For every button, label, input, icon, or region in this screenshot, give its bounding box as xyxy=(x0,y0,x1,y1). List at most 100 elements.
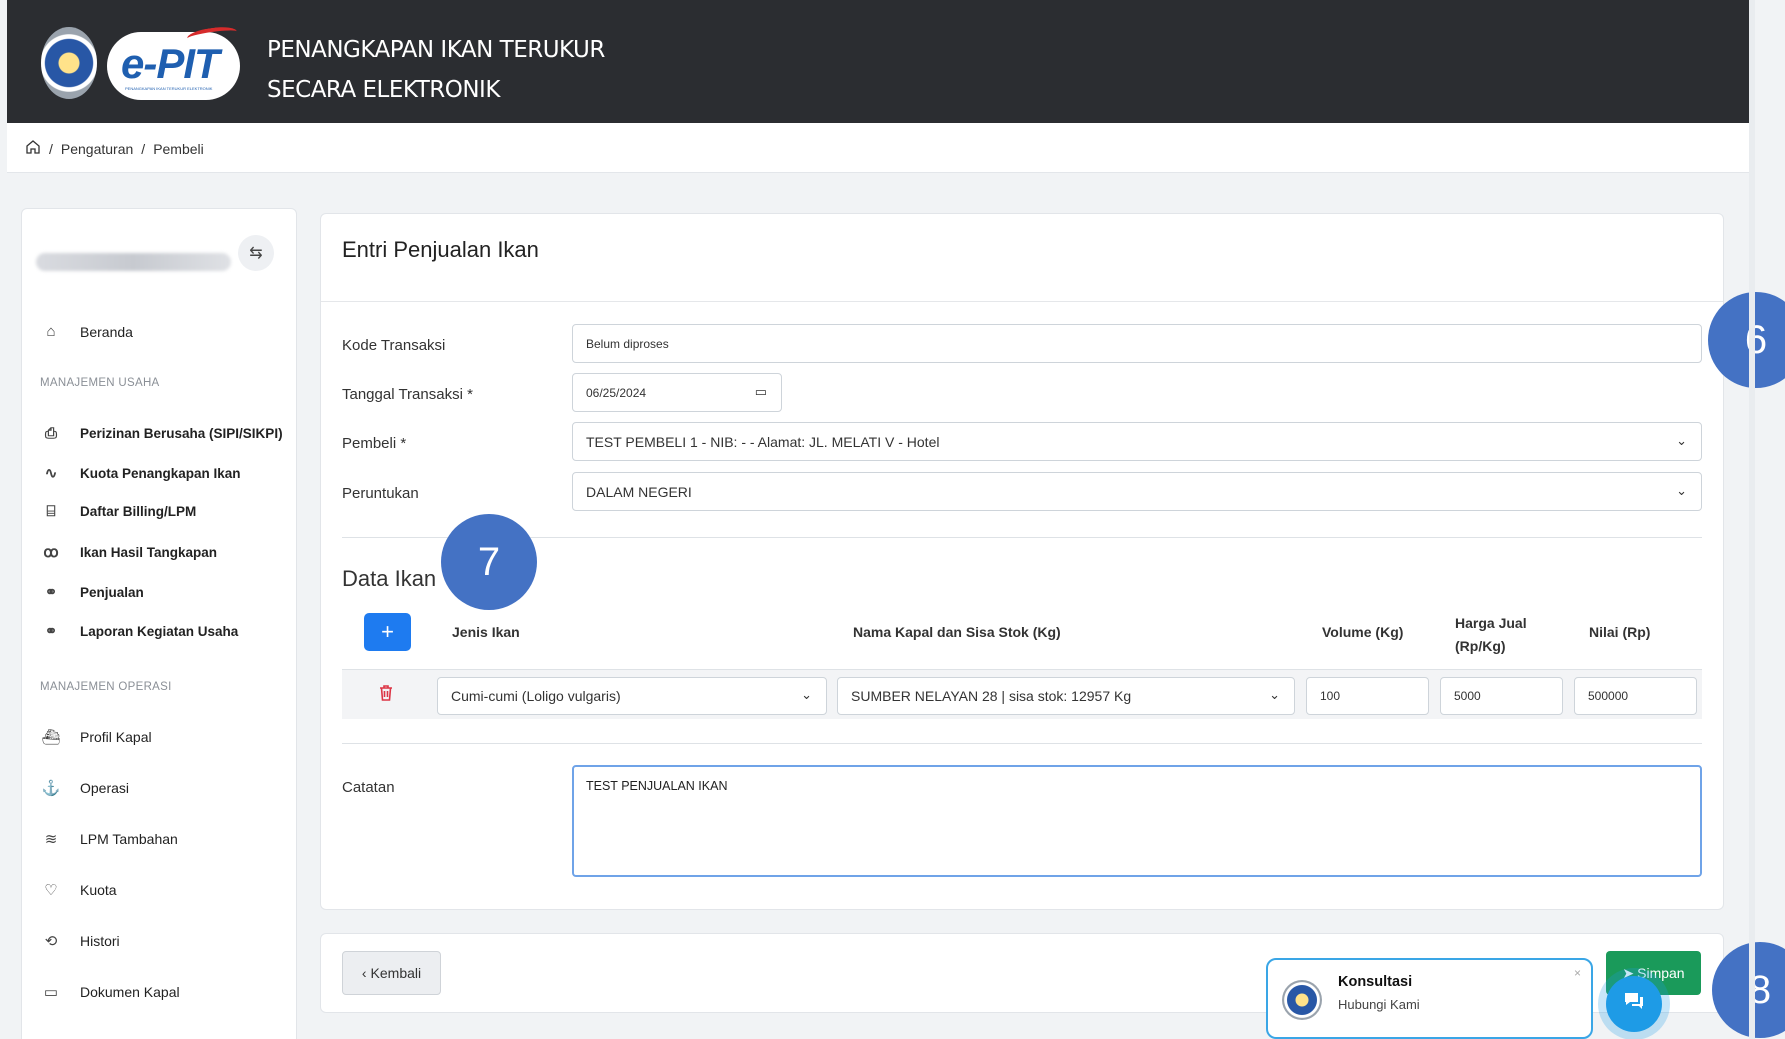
section-divider xyxy=(342,537,1702,538)
sidebar-item-label: Daftar Billing/LPM xyxy=(80,504,197,519)
home-icon: ⌂ xyxy=(46,323,56,340)
sidebar-item-kuota-penangkapan[interactable]: ∿ Kuota Penangkapan Ikan xyxy=(40,464,241,482)
anchor-icon: ⚓ xyxy=(41,780,61,797)
consult-widget[interactable]: Konsultasi Hubungi Kami × xyxy=(1266,958,1593,1039)
sidebar-item-ikan-hasil[interactable]: ꝏ Ikan Hasil Tangkapan xyxy=(40,543,217,561)
ship-icon: ⛴ xyxy=(41,729,61,746)
sidebar-item-lpm-tambahan[interactable]: ≋ LPM Tambahan xyxy=(40,830,178,848)
chat-button[interactable] xyxy=(1606,976,1662,1032)
sidebar-item-label: Operasi xyxy=(80,780,130,796)
archive-icon: ▭ xyxy=(43,984,59,1001)
logo-text: e-PIT xyxy=(121,40,220,87)
sidebar-item-label: Perizinan Berusaha (SIPI/SIKPI) xyxy=(80,426,283,441)
back-button[interactable]: ‹ Kembali xyxy=(342,951,441,995)
close-icon[interactable]: × xyxy=(1574,966,1581,980)
page-title: Entri Penjualan Ikan xyxy=(342,237,539,262)
sidebar-item-profil-kapal[interactable]: ⛴ Profil Kapal xyxy=(40,728,151,746)
breadcrumb-separator: / xyxy=(49,140,53,157)
data-ikan-title: Data Ikan xyxy=(342,566,437,591)
sidebar-item-label: Ikan Hasil Tangkapan xyxy=(80,544,218,560)
kkp-seal-logo xyxy=(41,27,97,99)
date-value: 06/25/2024 xyxy=(586,385,647,400)
chevron-left-icon: ‹ xyxy=(361,965,367,981)
calendar-icon[interactable]: ▭ xyxy=(755,384,767,400)
peruntukan-select[interactable]: DALAM NEGERI ⌄ xyxy=(572,472,1702,511)
sidebar-item-label: LPM Tambahan xyxy=(80,831,178,847)
sidebar: ⇆ ⌂ Beranda MANAJEMEN USAHA ⎙ Perizinan … xyxy=(21,208,297,1039)
volume-input[interactable]: 100 xyxy=(1306,677,1429,715)
kode-transaksi-label: Kode Transaksi xyxy=(342,337,446,354)
license-icon: ⎙ xyxy=(44,425,57,442)
sidebar-item-billing[interactable]: ⌸ Daftar Billing/LPM xyxy=(40,503,196,520)
logo-subtext: PENANGKAPAN IKAN TERUKUR ELEKTRONIK xyxy=(125,86,213,91)
sidebar-section-operasi: MANAJEMEN OPERASI xyxy=(40,681,172,693)
chat-bubble-icon xyxy=(1622,990,1646,1018)
sidebar-item-perizinan[interactable]: ⎙ Perizinan Berusaha (SIPI/SIKPI) xyxy=(40,425,283,442)
sidebar-item-kuota[interactable]: ♡ Kuota xyxy=(40,881,116,899)
breadcrumb-item-pembeli: Pembeli xyxy=(153,140,204,157)
sidebar-item-beranda[interactable]: ⌂ Beranda xyxy=(40,323,133,340)
pembeli-select[interactable]: TEST PEMBELI 1 - NIB: - - Alamat: JL. ME… xyxy=(572,422,1702,461)
consult-subtitle: Hubungi Kami xyxy=(1338,997,1420,1012)
add-row-button[interactable]: + xyxy=(364,613,411,651)
harga-jual-input[interactable]: 5000 xyxy=(1440,677,1563,715)
sidebar-item-histori[interactable]: ⟲ Histori xyxy=(40,932,120,950)
sidebar-item-label: Dokumen Kapal xyxy=(80,984,180,1000)
activity-icon: ∿ xyxy=(44,465,58,482)
kode-transaksi-field: Belum diproses xyxy=(572,324,1702,363)
nilai-input[interactable]: 500000 xyxy=(1574,677,1697,715)
swap-arrows-icon: ⇆ xyxy=(249,245,263,262)
app-title-line1: PENANGKAPAN IKAN TERUKUR xyxy=(267,37,605,63)
breadcrumb: / Pengaturan / Pembeli xyxy=(25,139,204,158)
th-nama-kapal: Nama Kapal dan Sisa Stok (Kg) xyxy=(853,624,1061,640)
pembeli-selected-value: TEST PEMBELI 1 - NIB: - - Alamat: JL. ME… xyxy=(586,433,940,450)
consult-title: Konsultasi xyxy=(1338,974,1413,990)
sidebar-item-dokumen-kapal[interactable]: ▭ Dokumen Kapal xyxy=(40,983,180,1001)
peruntukan-selected-value: DALAM NEGERI xyxy=(586,483,692,500)
sidebar-section-usaha: MANAJEMEN USAHA xyxy=(40,377,160,389)
th-harga-jual: Harga Jual (Rp/Kg) xyxy=(1455,612,1527,658)
step-badge-7: 7 xyxy=(441,514,537,610)
plus-icon: + xyxy=(381,619,394,644)
sidebar-item-label: Histori xyxy=(80,933,120,949)
chevron-down-icon: ⌄ xyxy=(1676,483,1687,498)
jenis-ikan-value: Cumi-cumi (Loligo vulgaris) xyxy=(451,688,621,704)
title-divider xyxy=(321,301,1723,302)
th-jenis-ikan: Jenis Ikan xyxy=(452,624,520,640)
tanggal-transaksi-label: Tanggal Transaksi * xyxy=(342,386,473,403)
th-volume: Volume (Kg) xyxy=(1322,624,1404,640)
scrollbar[interactable] xyxy=(1749,0,1755,1039)
heart-pulse-icon: ♡ xyxy=(44,882,58,899)
layers-icon: ≋ xyxy=(44,831,58,848)
history-icon: ⟲ xyxy=(44,933,58,950)
breadcrumb-bar: / Pengaturan / Pembeli xyxy=(7,123,1749,173)
epit-logo[interactable]: e-PIT PENANGKAPAN IKAN TERUKUR ELEKTRONI… xyxy=(107,24,240,100)
sidebar-item-label: Laporan Kegiatan Usaha xyxy=(80,623,239,639)
sidebar-item-laporan[interactable]: ⚭ Laporan Kegiatan Usaha xyxy=(40,622,239,640)
jenis-ikan-select[interactable]: Cumi-cumi (Loligo vulgaris) ⌄ xyxy=(437,677,827,715)
breadcrumb-item-pengaturan[interactable]: Pengaturan xyxy=(61,141,133,157)
th-harga-line2: (Rp/Kg) xyxy=(1455,638,1506,654)
tanggal-transaksi-input[interactable]: 06/25/2024 ▭ xyxy=(572,373,782,412)
sidebar-toggle-button[interactable]: ⇆ xyxy=(238,235,274,271)
home-icon[interactable] xyxy=(25,139,41,158)
trash-icon[interactable] xyxy=(378,684,394,707)
nama-kapal-value: SUMBER NELAYAN 28 | sisa stok: 12957 Kg xyxy=(851,688,1132,704)
top-header: e-PIT PENANGKAPAN IKAN TERUKUR ELEKTRONI… xyxy=(7,0,1749,123)
section-divider xyxy=(342,743,1702,744)
catatan-textarea[interactable]: TEST PENJUALAN IKAN xyxy=(572,765,1702,877)
nama-kapal-select[interactable]: SUMBER NELAYAN 28 | sisa stok: 12957 Kg … xyxy=(837,677,1295,715)
peruntukan-label: Peruntukan xyxy=(342,485,419,502)
sidebar-item-penjualan[interactable]: ⚭ Penjualan xyxy=(40,583,144,601)
handshake-icon: ⚭ xyxy=(44,584,58,601)
chevron-down-icon: ⌄ xyxy=(1676,433,1687,448)
sidebar-item-operasi[interactable]: ⚓ Operasi xyxy=(40,779,129,797)
th-nilai: Nilai (Rp) xyxy=(1589,624,1651,640)
user-name-blurred xyxy=(36,253,231,271)
sidebar-item-label: Beranda xyxy=(80,323,133,340)
kkp-seal-logo xyxy=(1282,980,1322,1020)
catatan-label: Catatan xyxy=(342,779,395,796)
bank-icon: ⌸ xyxy=(46,503,56,520)
chevron-down-icon: ⌄ xyxy=(801,687,812,702)
breadcrumb-separator: / xyxy=(141,140,146,157)
